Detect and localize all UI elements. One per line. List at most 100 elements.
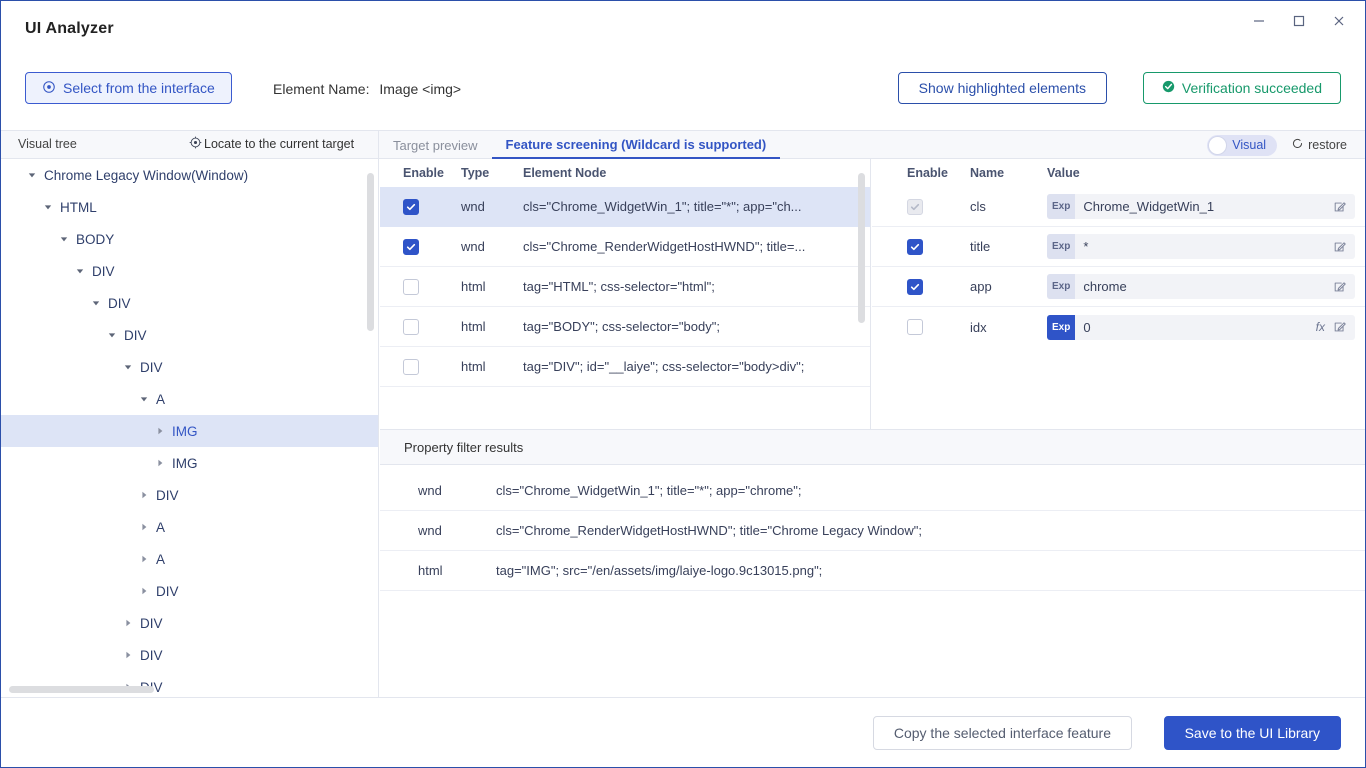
edit-pencil-icon[interactable] — [1333, 320, 1347, 334]
col-name: Name — [970, 166, 1005, 180]
chevron-down-icon[interactable] — [121, 363, 135, 371]
tree-vertical-scrollbar[interactable] — [367, 173, 374, 331]
enable-cell — [403, 238, 461, 255]
property-row[interactable]: cls Exp Chrome_WidgetWin_1 — [872, 187, 1365, 227]
expression-badge[interactable]: Exp — [1047, 194, 1076, 219]
restore-button[interactable]: restore — [1291, 137, 1347, 153]
table-row[interactable]: html tag="DIV"; id="__laiye"; css-selecto… — [380, 347, 870, 387]
tree-node-div[interactable]: DIV — [1, 575, 378, 607]
tree-node-body[interactable]: BODY — [1, 223, 378, 255]
expression-badge[interactable]: Exp — [1047, 234, 1076, 259]
property-value-field[interactable]: Exp * — [1047, 234, 1355, 259]
enable-checkbox[interactable] — [403, 198, 419, 215]
edit-pencil-icon[interactable] — [1333, 200, 1347, 214]
select-from-interface-label: Select from the interface — [63, 80, 215, 96]
enable-checkbox[interactable] — [403, 318, 419, 335]
edit-pencil-icon[interactable] — [1333, 240, 1347, 254]
tree-node-chrome-legacy-window-window[interactable]: Chrome Legacy Window(Window) — [1, 159, 378, 191]
locate-current-target-button[interactable]: Locate to the current target — [189, 136, 354, 152]
tree-node-label: BODY — [76, 231, 115, 247]
chevron-right-icon[interactable] — [153, 459, 167, 467]
verification-status-button[interactable]: Verification succeeded — [1142, 72, 1341, 104]
tree-node-div[interactable]: DIV — [1, 671, 378, 697]
chevron-down-icon[interactable] — [25, 171, 39, 179]
enable-checkbox[interactable] — [403, 358, 419, 375]
property-table: Enable Name Value cls Exp Chrome_WidgetWin… — [872, 159, 1365, 429]
type-cell: html — [461, 359, 486, 374]
chevron-right-icon[interactable] — [153, 427, 167, 435]
tab-target-preview[interactable]: Target preview — [379, 131, 492, 159]
table-row[interactable]: html tag="BODY"; css-selector="body"; — [380, 307, 870, 347]
function-fx-icon[interactable]: fx — [1316, 320, 1325, 334]
tree-node-div[interactable]: DIV — [1, 255, 378, 287]
type-cell: wnd — [461, 199, 485, 214]
tree-node-div[interactable]: DIV — [1, 319, 378, 351]
property-value-text: 0 — [1083, 319, 1091, 335]
tree-node-a[interactable]: A — [1, 511, 378, 543]
chevron-down-icon[interactable] — [105, 331, 119, 339]
property-row[interactable]: idx Exp 0 fx — [872, 307, 1365, 347]
chevron-right-icon[interactable] — [137, 555, 151, 563]
expression-badge[interactable]: Exp — [1047, 274, 1076, 299]
select-from-interface-button[interactable]: Select from the interface — [25, 72, 232, 104]
property-filter-results-title: Property filter results — [380, 429, 1365, 465]
enable-cell — [907, 238, 970, 255]
property-row[interactable]: title Exp * — [872, 227, 1365, 267]
node-table-header: Enable Type Element Node — [380, 159, 870, 187]
chevron-right-icon[interactable] — [137, 587, 151, 595]
property-value-field[interactable]: Exp Chrome_WidgetWin_1 — [1047, 194, 1355, 219]
table-row[interactable]: html tag="HTML"; css-selector="html"; — [380, 267, 870, 307]
enable-checkbox[interactable] — [403, 278, 419, 295]
maximize-icon[interactable] — [1279, 7, 1319, 35]
table-row[interactable]: wnd cls="Chrome_RenderWidgetHostHWND"; ti… — [380, 227, 870, 267]
tree-node-div[interactable]: DIV — [1, 607, 378, 639]
minimize-icon[interactable] — [1239, 7, 1279, 35]
chevron-right-icon[interactable] — [121, 651, 135, 659]
refresh-icon — [1291, 137, 1304, 153]
edit-pencil-icon[interactable] — [1333, 280, 1347, 294]
table-row[interactable]: wnd cls="Chrome_WidgetWin_1"; title="*"; … — [380, 187, 870, 227]
tab-feature-screening[interactable]: Feature screening (Wildcard is supported… — [491, 131, 781, 159]
tree-node-img[interactable]: IMG — [1, 415, 378, 447]
chevron-down-icon[interactable] — [73, 267, 87, 275]
tree-node-a[interactable]: A — [1, 383, 378, 415]
tree-node-label: DIV — [108, 295, 131, 311]
copy-selected-interface-feature-button[interactable]: Copy the selected interface feature — [872, 716, 1132, 750]
enable-checkbox[interactable] — [907, 238, 923, 255]
expression-badge[interactable]: Exp — [1047, 314, 1076, 340]
save-to-ui-library-button[interactable]: Save to the UI Library — [1163, 716, 1341, 750]
tree-node-img[interactable]: IMG — [1, 447, 378, 479]
chevron-down-icon[interactable] — [57, 235, 71, 243]
tree-horizontal-scrollbar[interactable] — [9, 686, 154, 693]
visual-tree-panel[interactable]: Chrome Legacy Window(Window) HTML BODY DIV D… — [1, 159, 379, 697]
chevron-down-icon[interactable] — [137, 395, 151, 403]
ui-analyzer-window: UI Analyzer Select from the interface El… — [0, 0, 1366, 768]
tree-node-div[interactable]: DIV — [1, 479, 378, 511]
enable-checkbox[interactable] — [403, 238, 419, 255]
chevron-down-icon[interactable] — [89, 299, 103, 307]
node-table-scrollbar[interactable] — [858, 173, 865, 323]
property-row[interactable]: app Exp chrome — [872, 267, 1365, 307]
tree-node-a[interactable]: A — [1, 543, 378, 575]
tree-node-div[interactable]: DIV — [1, 351, 378, 383]
chevron-right-icon[interactable] — [137, 523, 151, 531]
property-value-field[interactable]: Exp chrome — [1047, 274, 1355, 299]
visual-mode-toggle[interactable]: Visual — [1207, 134, 1278, 156]
enable-checkbox[interactable] — [907, 319, 923, 335]
chevron-right-icon[interactable] — [121, 619, 135, 627]
tree-node-html[interactable]: HTML — [1, 191, 378, 223]
enable-cell — [403, 278, 461, 295]
tree-node-div[interactable]: DIV — [1, 287, 378, 319]
close-icon[interactable] — [1319, 7, 1359, 35]
toolbar: Select from the interface Element Name: … — [1, 59, 1365, 131]
chevron-right-icon[interactable] — [137, 491, 151, 499]
visual-tree-label: Visual tree — [18, 137, 77, 151]
property-value-field[interactable]: Exp 0 fx — [1047, 314, 1355, 340]
visual-toggle-label: Visual — [1232, 138, 1267, 152]
enable-cell — [403, 198, 461, 215]
enable-checkbox[interactable] — [907, 278, 923, 295]
chevron-down-icon[interactable] — [41, 203, 55, 211]
tree-node-div[interactable]: DIV — [1, 639, 378, 671]
tree-node-label: DIV — [156, 487, 179, 503]
show-highlighted-elements-button[interactable]: Show highlighted elements — [897, 72, 1107, 104]
